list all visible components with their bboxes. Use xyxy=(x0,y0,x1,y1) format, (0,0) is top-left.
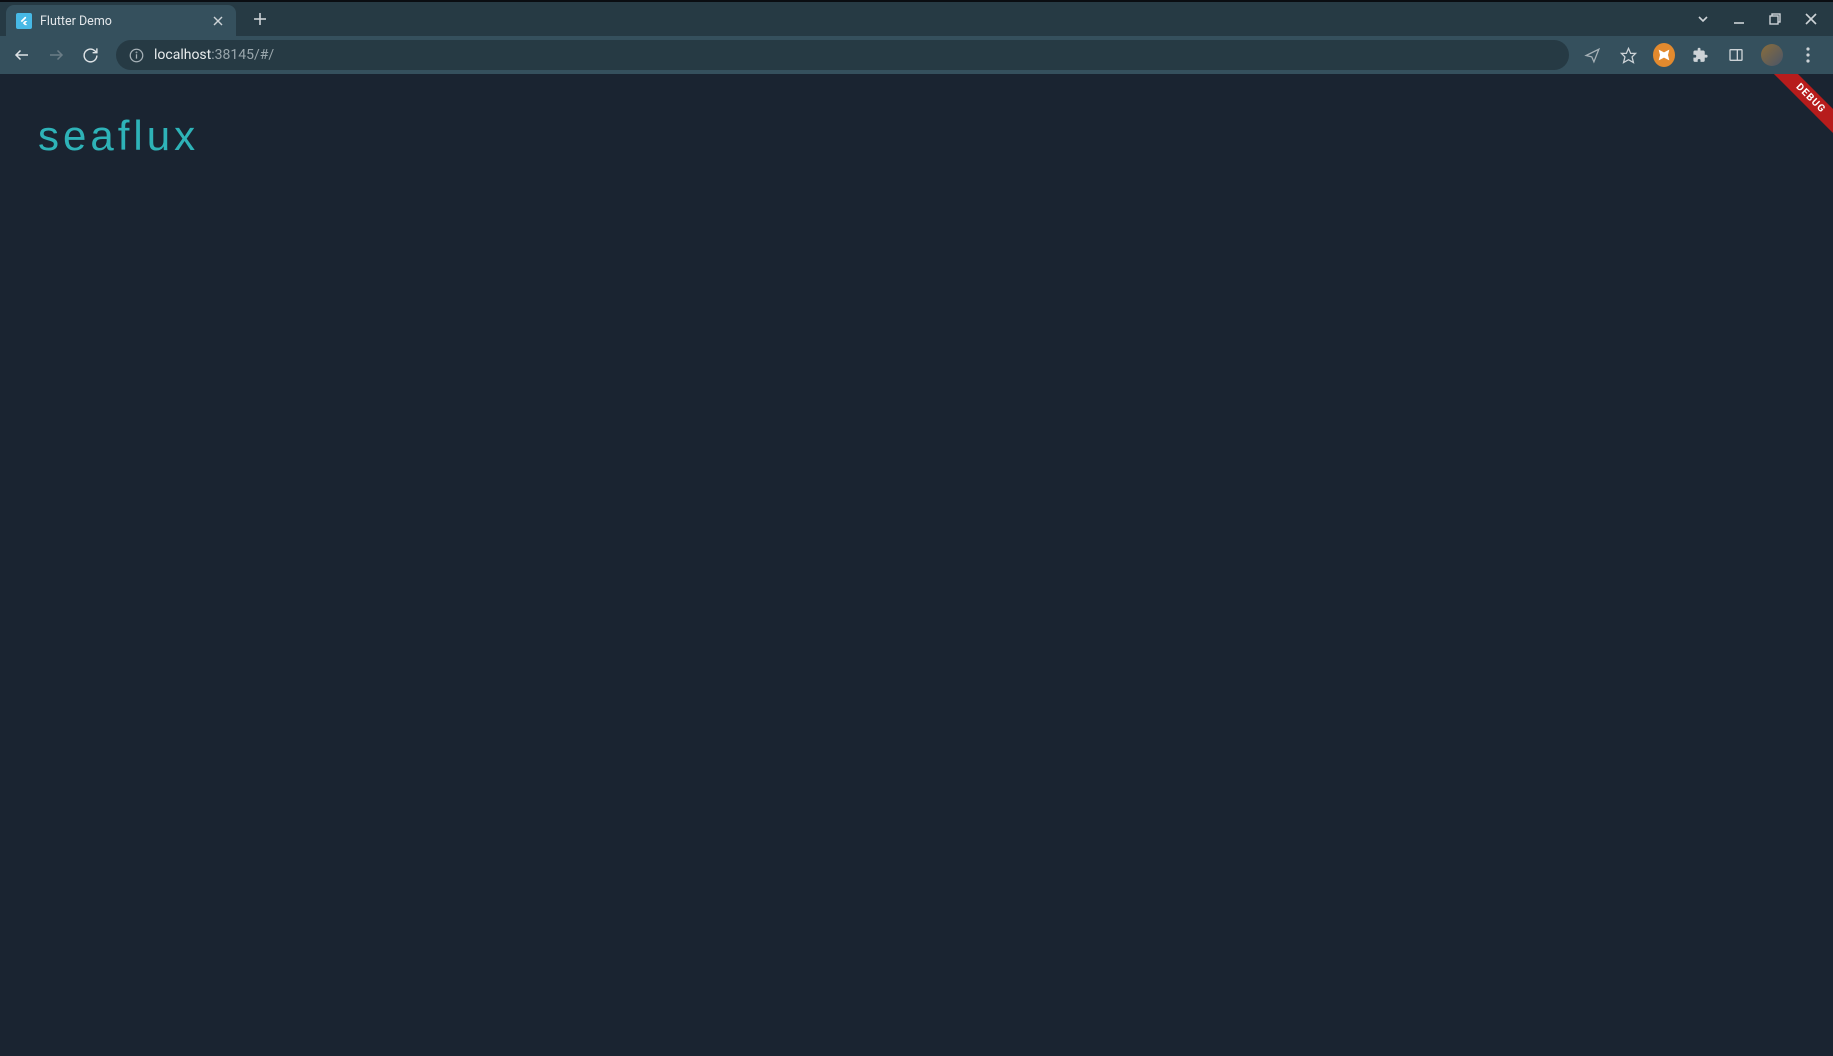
maximize-button[interactable] xyxy=(1765,9,1785,29)
url-path: :38145/#/ xyxy=(211,47,274,63)
tab-title: Flutter Demo xyxy=(40,14,202,29)
toolbar: localhost:38145/#/ xyxy=(0,36,1833,74)
extensions-puzzle-icon[interactable] xyxy=(1689,44,1711,66)
minimize-button[interactable] xyxy=(1729,9,1749,29)
side-panel-icon[interactable] xyxy=(1725,44,1747,66)
address-bar[interactable]: localhost:38145/#/ xyxy=(116,40,1569,70)
flutter-favicon-icon xyxy=(16,13,32,29)
send-icon[interactable] xyxy=(1581,44,1603,66)
url-text: localhost:38145/#/ xyxy=(154,47,274,63)
menu-kebab-icon[interactable] xyxy=(1797,44,1819,66)
titlebar: Flutter Demo xyxy=(0,0,1833,36)
bookmark-star-icon[interactable] xyxy=(1617,44,1639,66)
profile-avatar-icon[interactable] xyxy=(1761,44,1783,66)
chevron-down-icon[interactable] xyxy=(1693,9,1713,29)
browser-window: Flutter Demo xyxy=(0,0,1833,1056)
tab-active[interactable]: Flutter Demo xyxy=(6,5,236,37)
new-tab-button[interactable] xyxy=(246,5,274,33)
back-button[interactable] xyxy=(8,41,36,69)
site-info-icon[interactable] xyxy=(128,47,144,63)
extension-metamask-icon[interactable] xyxy=(1653,44,1675,66)
close-window-button[interactable] xyxy=(1801,9,1821,29)
debug-banner: DEBUG xyxy=(1753,74,1833,154)
close-tab-button[interactable] xyxy=(210,13,226,29)
reload-button[interactable] xyxy=(76,41,104,69)
debug-banner-label: DEBUG xyxy=(1765,74,1833,144)
toolbar-actions xyxy=(1581,44,1825,66)
forward-button[interactable] xyxy=(42,41,70,69)
url-host: localhost xyxy=(154,47,211,63)
page-viewport: seaflux DEBUG xyxy=(0,74,1833,1056)
tab-strip: Flutter Demo xyxy=(0,2,274,36)
app-logo: seaflux xyxy=(38,112,199,160)
window-controls xyxy=(1693,9,1833,29)
